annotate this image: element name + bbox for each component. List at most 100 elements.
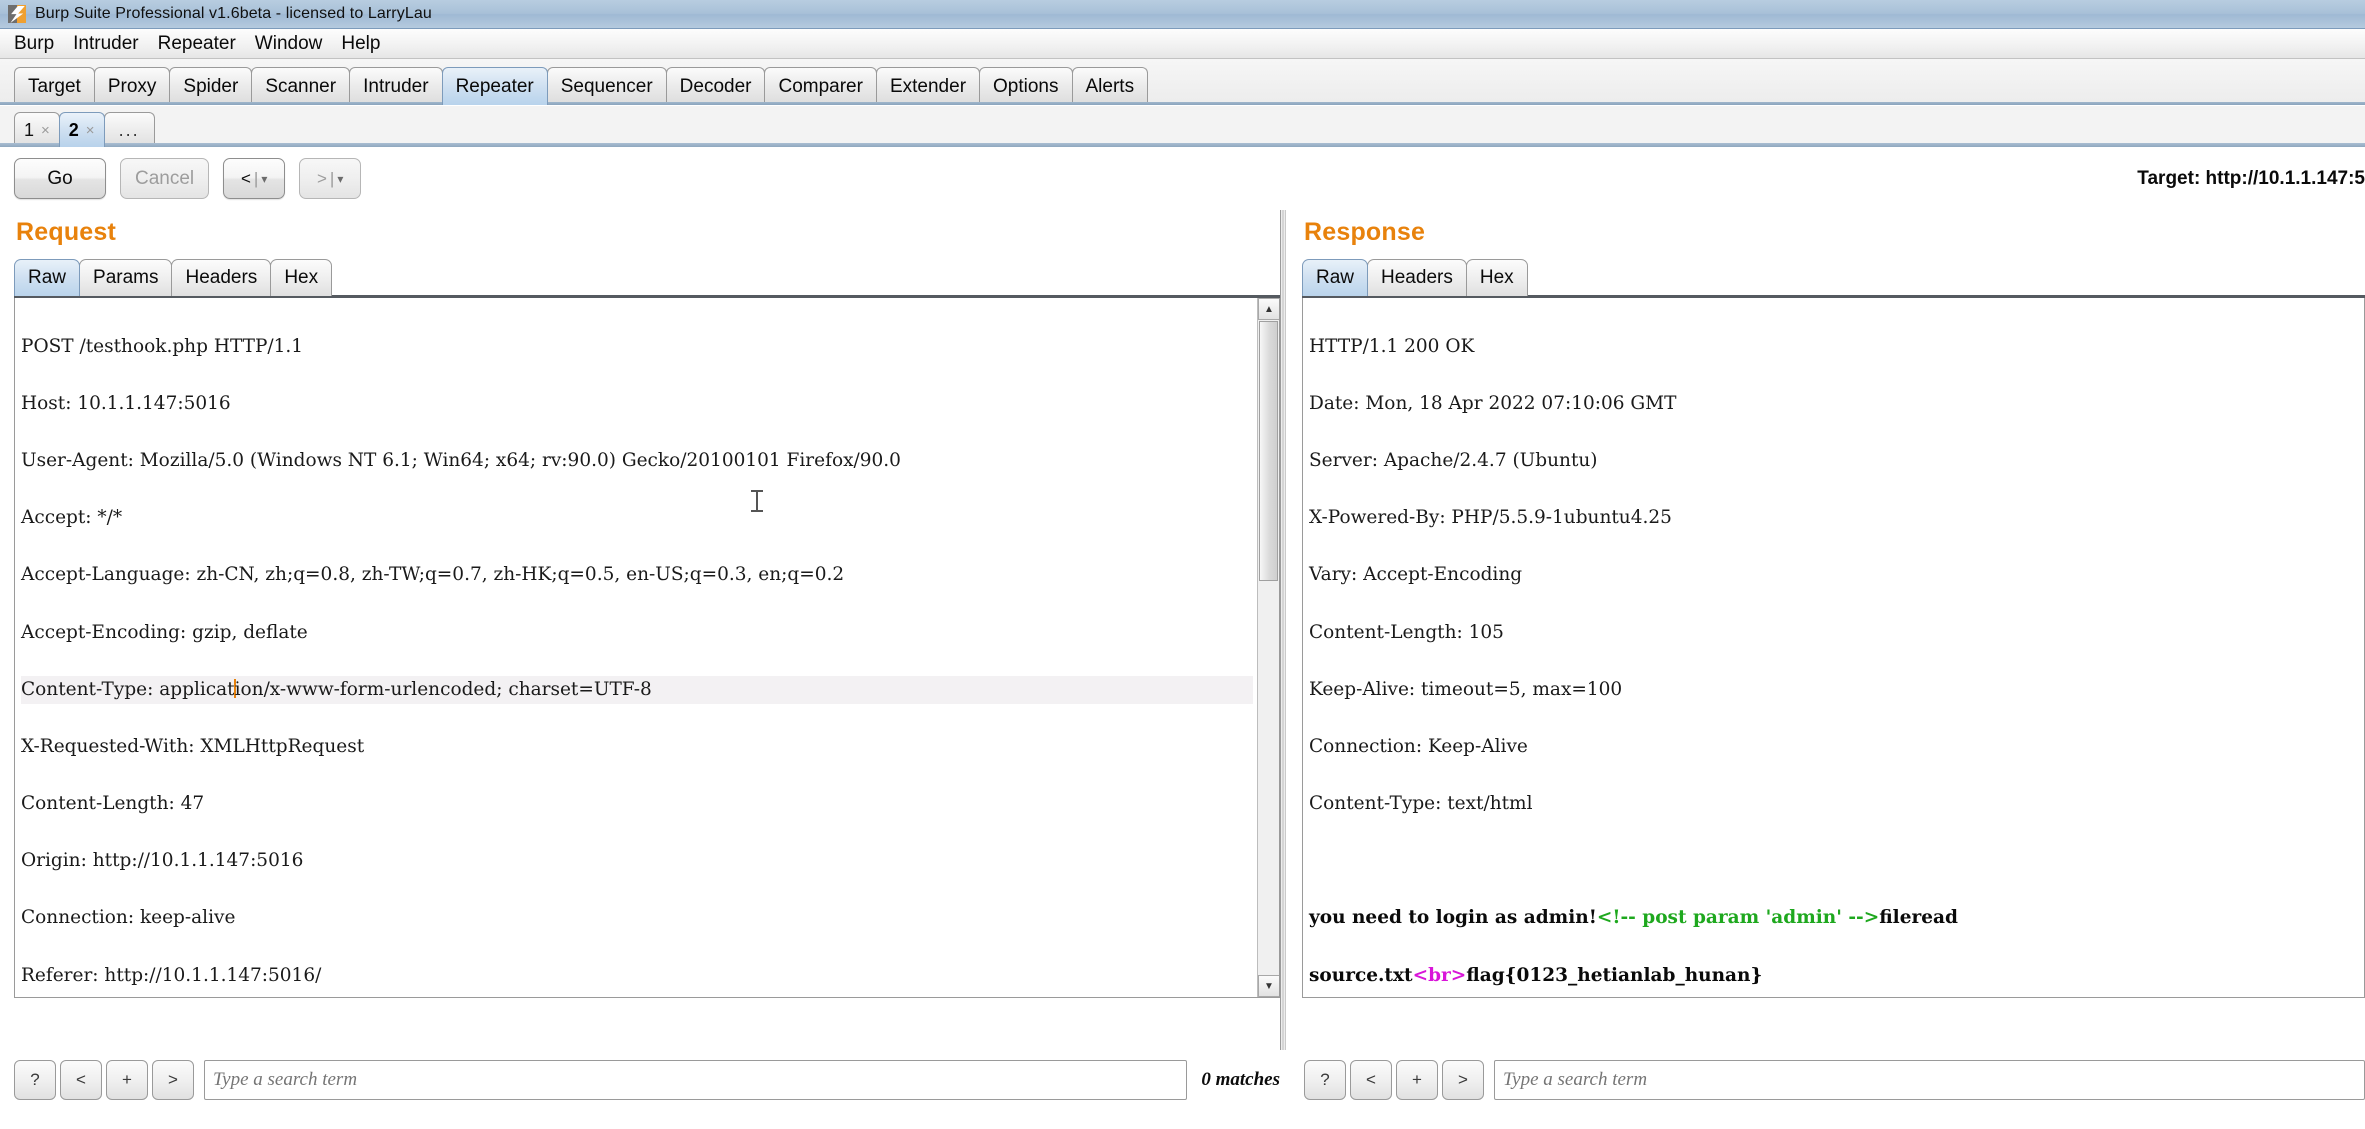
repeater-tab-bar: 1 × 2 × ... — [0, 105, 2365, 147]
repeater-tab-2[interactable]: 2 × — [58, 112, 105, 147]
response-search-add-icon[interactable]: + — [1396, 1060, 1438, 1100]
response-pane: Response Raw Headers Hex HTTP/1.1 200 OK… — [1286, 210, 2365, 1050]
repeater-tab-1-label: 1 — [24, 119, 35, 140]
cancel-button: Cancel — [120, 158, 210, 199]
response-line: Keep-Alive: timeout=5, max=100 — [1309, 678, 1623, 700]
request-line: Connection: keep-alive — [21, 907, 236, 929]
response-editor-wrap: HTTP/1.1 200 OK Date: Mon, 18 Apr 2022 0… — [1302, 298, 2365, 998]
repeater-tab-more[interactable]: ... — [103, 112, 155, 147]
response-search-prev-icon[interactable]: < — [1350, 1060, 1392, 1100]
burp-logo-icon — [8, 5, 26, 23]
request-raw-editor[interactable]: POST /testhook.php HTTP/1.1 Host: 10.1.1… — [15, 298, 1257, 997]
request-line: POST /testhook.php HTTP/1.1 — [21, 335, 304, 357]
forward-button: > | ▾ — [299, 158, 362, 199]
repeater-tab-2-label: 2 — [68, 119, 79, 140]
request-tab-raw[interactable]: Raw — [14, 259, 81, 296]
html-br-tag: <br> — [1412, 964, 1467, 986]
response-line: HTTP/1.1 200 OK — [1309, 335, 1475, 357]
request-search-bar: ? < + > 0 matches — [0, 1050, 1280, 1110]
response-tab-headers[interactable]: Headers — [1367, 259, 1467, 296]
tab-scanner[interactable]: Scanner — [251, 67, 351, 105]
scrollbar-thumb[interactable] — [1259, 321, 1278, 581]
response-line: Connection: Keep-Alive — [1309, 735, 1528, 757]
tab-intruder[interactable]: Intruder — [349, 67, 443, 105]
response-source-text: source.txt — [1309, 964, 1413, 986]
response-tab-hex[interactable]: Hex — [1465, 259, 1528, 296]
close-icon[interactable]: × — [41, 122, 50, 139]
button-separator: | — [253, 168, 259, 188]
request-line: X-Requested-With: XMLHttpRequest — [21, 735, 365, 757]
response-tab-raw[interactable]: Raw — [1302, 259, 1369, 296]
menu-item-window[interactable]: Window — [255, 34, 323, 53]
back-button[interactable]: < | ▾ — [223, 158, 286, 199]
chevron-down-icon: ▾ — [337, 171, 344, 186]
html-comment: <!-- post param 'admin' --> — [1596, 907, 1880, 929]
request-tab-hex[interactable]: Hex — [270, 259, 333, 296]
button-separator: | — [329, 168, 335, 188]
scroll-up-icon[interactable]: ▲ — [1258, 298, 1279, 320]
response-body-line-2: source.txt<br>flag{0123_hetianlab_hunan} — [1309, 962, 2338, 991]
request-response-panes: Request Raw Params Headers Hex POST /tes… — [0, 210, 2365, 1050]
request-scrollbar[interactable]: ▲ ▼ — [1257, 298, 1279, 997]
tab-target[interactable]: Target — [14, 67, 95, 105]
tab-decoder[interactable]: Decoder — [665, 67, 766, 105]
chevron-down-icon[interactable]: ▾ — [261, 172, 267, 186]
response-search-input[interactable] — [1494, 1060, 2365, 1100]
menu-item-burp[interactable]: Burp — [14, 34, 54, 53]
search-bar-gap — [1280, 1050, 1288, 1110]
tab-proxy[interactable]: Proxy — [93, 67, 171, 105]
request-editor-wrap: POST /testhook.php HTTP/1.1 Host: 10.1.1… — [14, 298, 1280, 998]
request-line: Accept-Encoding: gzip, deflate — [21, 621, 308, 643]
scroll-down-icon[interactable]: ▼ — [1258, 975, 1279, 997]
response-search-bar: ? < + > — [1288, 1050, 2365, 1110]
response-line: Vary: Accept-Encoding — [1309, 564, 1523, 586]
tab-sequencer[interactable]: Sequencer — [546, 67, 667, 105]
response-line: Server: Apache/2.4.7 (Ubuntu) — [1309, 449, 1598, 471]
tab-spider[interactable]: Spider — [169, 67, 253, 105]
forward-arrow-icon: > — [316, 168, 327, 188]
request-search-help-icon[interactable]: ? — [14, 1060, 56, 1100]
response-line: Content-Type: text/html — [1309, 793, 1533, 815]
request-tab-headers[interactable]: Headers — [171, 259, 272, 296]
tab-comparer[interactable]: Comparer — [764, 67, 877, 105]
request-search-add-icon[interactable]: + — [106, 1060, 148, 1100]
tab-repeater[interactable]: Repeater — [441, 67, 548, 105]
request-line: Host: 10.1.1.147:5016 — [21, 392, 231, 414]
target-label: Target: http://10.1.1.147:5 — [2137, 167, 2365, 189]
request-tab-params[interactable]: Params — [79, 259, 173, 296]
response-search-help-icon[interactable]: ? — [1304, 1060, 1346, 1100]
request-line: User-Agent: Mozilla/5.0 (Windows NT 6.1;… — [21, 449, 901, 471]
tab-extender[interactable]: Extender — [875, 67, 981, 105]
response-flag-text: flag{0123_hetianlab_hunan} — [1466, 964, 1763, 986]
menu-item-intruder[interactable]: Intruder — [73, 34, 138, 53]
repeater-tab-1[interactable]: 1 × — [14, 112, 60, 147]
request-line: Content-Length: 47 — [21, 793, 205, 815]
response-blank-line — [1309, 847, 2338, 876]
response-message-text: you need to login as admin! — [1309, 907, 1597, 929]
response-line: Date: Mon, 18 Apr 2022 07:10:06 GMT — [1309, 392, 1677, 414]
go-button[interactable]: Go — [14, 158, 106, 199]
request-search-prev-icon[interactable]: < — [60, 1060, 102, 1100]
tab-alerts[interactable]: Alerts — [1071, 67, 1149, 105]
close-icon[interactable]: × — [86, 122, 95, 139]
request-line: Accept-Language: zh-CN, zh;q=0.8, zh-TW;… — [21, 564, 845, 586]
repeater-action-row: Go Cancel < | ▾ > | ▾ Target: http://10.… — [0, 147, 2365, 210]
request-line: Origin: http://10.1.1.147:5016 — [21, 850, 304, 872]
menu-item-help[interactable]: Help — [341, 34, 380, 53]
content-type-before-caret: Content-Type: applicat — [21, 678, 235, 700]
window-title-bar: Burp Suite Professional v1.6beta - licen… — [0, 0, 2365, 29]
menu-item-repeater[interactable]: Repeater — [158, 34, 236, 53]
tab-options[interactable]: Options — [979, 67, 1073, 105]
response-line: X-Powered-By: PHP/5.5.9-1ubuntu4.25 — [1309, 507, 1672, 529]
request-pane: Request Raw Params Headers Hex POST /tes… — [0, 210, 1280, 1050]
main-tab-bar: Target Proxy Spider Scanner Intruder Rep… — [0, 59, 2365, 105]
response-search-next-icon[interactable]: > — [1442, 1060, 1484, 1100]
request-search-next-icon[interactable]: > — [152, 1060, 194, 1100]
request-search-input[interactable] — [204, 1060, 1188, 1100]
response-body-line-1: you need to login as admin!<!-- post par… — [1309, 904, 2338, 933]
content-type-after-caret: ion/x-www-form-urlencoded; charset=UTF-8 — [234, 678, 652, 700]
search-bars: ? < + > 0 matches ? < + > — [0, 1050, 2365, 1110]
request-line: Referer: http://10.1.1.147:5016/ — [21, 964, 322, 986]
response-raw-editor[interactable]: HTTP/1.1 200 OK Date: Mon, 18 Apr 2022 0… — [1303, 298, 2342, 997]
request-tab-bar: Raw Params Headers Hex — [14, 256, 1280, 296]
